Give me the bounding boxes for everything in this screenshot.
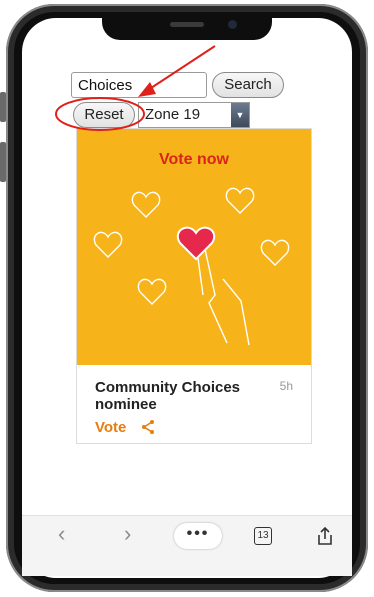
search-button[interactable]: Search: [212, 72, 284, 98]
vote-link[interactable]: Vote: [95, 419, 126, 436]
camera: [228, 20, 237, 29]
search-input[interactable]: Choices: [71, 72, 207, 98]
side-button: [0, 92, 6, 122]
heart-outline-icon: [260, 239, 290, 266]
reset-button[interactable]: Reset: [73, 102, 135, 128]
tab-count-button[interactable]: 13: [254, 527, 272, 545]
card-timestamp: 5h: [279, 379, 293, 393]
chevron-left-icon[interactable]: ‹: [58, 521, 65, 547]
heart-outline-icon: [137, 278, 167, 305]
content-card[interactable]: Vote now Community Choices nominee 5h Vo…: [76, 128, 312, 444]
chevron-right-icon[interactable]: ›: [124, 521, 131, 547]
vote-illustration: [93, 187, 290, 346]
heart-outline-icon: [93, 231, 123, 258]
speaker: [170, 22, 204, 27]
more-menu-button[interactable]: •••: [174, 523, 222, 549]
notch: [102, 14, 272, 40]
zone-select-value: Zone 19: [145, 106, 201, 123]
share-icon[interactable]: [141, 419, 155, 435]
zone-select[interactable]: Zone 19 ▼: [138, 102, 250, 128]
heart-outline-icon: [225, 187, 255, 214]
card-title[interactable]: Community Choices nominee: [95, 379, 245, 413]
heart-outline-icon: [131, 191, 161, 218]
side-button: [0, 142, 6, 182]
dropdown-arrow-icon: ▼: [231, 103, 249, 127]
share-upload-icon[interactable]: [316, 526, 334, 546]
card-banner: Vote now: [77, 129, 311, 365]
heart-filled-icon: [177, 226, 215, 261]
hand-outline: [196, 248, 250, 346]
